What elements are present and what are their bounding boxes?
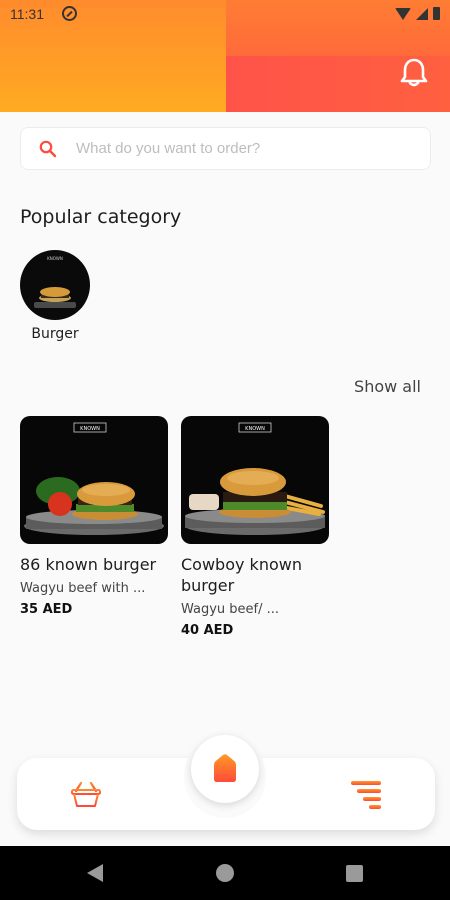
product-name: 86 known burger [20,555,157,574]
product-description: Wagyu beef/ ... [181,602,280,617]
bell-icon[interactable] [400,57,428,87]
show-all-link[interactable]: Show all [354,377,421,396]
status-bar: 11:31 [0,0,450,30]
dnd-icon [62,6,77,21]
popular-category-title: Popular category [20,206,182,228]
product-image: KNOWN [181,416,329,544]
back-icon[interactable] [87,864,103,882]
filter-menu-icon[interactable] [351,778,381,810]
search-bar[interactable]: What do you want to order? [20,127,431,170]
product-description: Wagyu beef with ... [20,581,146,596]
search-placeholder: What do you want to order? [76,140,261,157]
category-item-burger[interactable]: KNOWN Burger [20,250,90,342]
wifi-icon [395,7,411,20]
product-card[interactable]: KNOWN 86 known burger Wagyu beef with ..… [20,416,168,617]
search-icon [39,140,57,158]
product-name: Cowboy known burger [181,555,302,595]
system-nav-bar [0,846,450,900]
burger-category-image: KNOWN [20,250,90,320]
signal-icon [416,7,428,20]
home-icon [214,754,236,782]
category-label: Burger [31,326,79,342]
svg-text:KNOWN: KNOWN [245,426,265,432]
product-price: 40 AED [181,623,234,638]
battery-icon [433,7,440,20]
status-icons [395,7,440,20]
product-image: KNOWN [20,416,168,544]
product-card[interactable]: KNOWN Cowboy known burger Wagyu beef/ ..… [181,416,329,638]
basket-icon[interactable] [70,780,102,808]
svg-text:KNOWN: KNOWN [47,256,63,261]
system-home-icon[interactable] [216,864,234,882]
app-header: 11:31 [0,0,450,112]
product-price: 35 AED [20,602,73,617]
recent-apps-icon[interactable] [346,865,363,882]
home-button[interactable] [191,735,259,803]
svg-text:KNOWN: KNOWN [80,426,100,432]
status-time: 11:31 [10,6,44,22]
